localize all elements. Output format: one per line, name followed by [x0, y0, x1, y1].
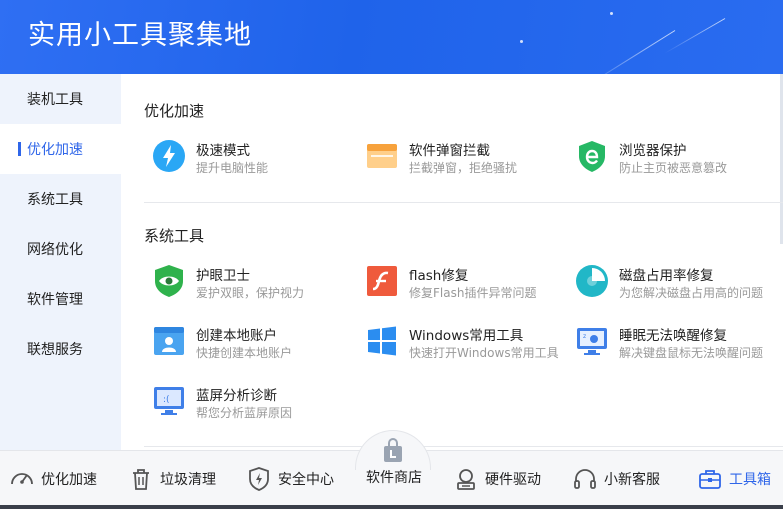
tool-eye-guard[interactable]: 护眼卫士 爱护双眼，保护视力 [144, 262, 344, 302]
flash-icon [367, 266, 397, 296]
tool-create-local-account[interactable]: 创建本地账户 快捷创建本地账户 [144, 322, 344, 362]
sidebar-item-label: 系统工具 [27, 192, 83, 208]
tool-name: 蓝屏分析诊断 [196, 388, 277, 404]
disk-pie-icon [576, 265, 608, 297]
tool-name: 浏览器保护 [619, 143, 687, 159]
user-account-icon [154, 327, 184, 355]
tool-windows-tools[interactable]: Windows常用工具 快速打开Windows常用工具 [357, 322, 559, 362]
sidebar-item-software[interactable]: 软件管理 [0, 274, 121, 324]
sidebar-item-network[interactable]: 网络优化 [0, 224, 121, 274]
decorative-streak [581, 30, 676, 74]
nav-hardware-driver[interactable]: 硬件驱动 [453, 451, 541, 506]
decorative-star [520, 40, 523, 43]
section-divider [144, 446, 783, 447]
sidebar-item-label: 装机工具 [27, 92, 83, 108]
windows-logo-icon [368, 326, 396, 356]
tool-desc: 帮您分析蓝屏原因 [196, 406, 293, 420]
sidebar-item-install-tools[interactable]: 装机工具 [0, 74, 121, 124]
shield-icon [249, 466, 269, 491]
section-divider [144, 202, 783, 203]
sidebar-item-label: 软件管理 [27, 292, 83, 308]
section-title: 系统工具 [144, 227, 205, 245]
tool-popup-block[interactable]: 软件弹窗拦截 拦截弹窗，拒绝骚扰 [357, 137, 557, 177]
tool-name: 睡眠无法唤醒修复 [619, 328, 727, 344]
tool-name: 极速模式 [196, 143, 250, 159]
tool-desc: 防止主页被恶意篡改 [619, 161, 728, 175]
tool-desc: 爱护双眼，保护视力 [196, 286, 305, 300]
nav-optimize[interactable]: 优化加速 [9, 451, 97, 506]
tool-desc: 修复Flash插件异常问题 [409, 286, 537, 300]
tool-name: 磁盘占用率修复 [619, 268, 714, 284]
browser-shield-icon [579, 141, 605, 172]
tool-desc: 解决键盘鼠标无法唤醒问题 [619, 346, 764, 360]
svg-text::(: :( [163, 395, 170, 405]
decorative-streak [664, 18, 726, 54]
sidebar-item-label: 联想服务 [27, 342, 83, 358]
tool-desc: 为您解决磁盘占用高的问题 [619, 286, 764, 300]
nav-store-label[interactable]: 软件商店 [366, 467, 422, 487]
sidebar-item-label: 优化加速 [27, 142, 83, 158]
tool-browser-protect[interactable]: 浏览器保护 防止主页被恶意篡改 [567, 137, 767, 177]
bluescreen-monitor-icon: :( [154, 387, 184, 415]
store-bag-icon[interactable] [380, 438, 406, 464]
svg-text:z: z [583, 333, 586, 340]
lightning-icon [153, 140, 185, 172]
main-panel: 优化加速 极速模式 提升电脑性能 软件弹窗拦截 拦截弹窗，拒绝骚扰 浏览器保护 … [121, 74, 783, 450]
sidebar-item-label: 网络优化 [27, 242, 83, 258]
tool-disk-usage-repair[interactable]: 磁盘占用率修复 为您解决磁盘占用高的问题 [567, 262, 767, 302]
sidebar: 装机工具 优化加速 系统工具 网络优化 软件管理 联想服务 [0, 74, 121, 450]
sidebar-item-lenovo-service[interactable]: 联想服务 [0, 324, 121, 374]
tool-desc: 快捷创建本地账户 [196, 346, 293, 360]
nav-security[interactable]: 安全中心 [246, 451, 334, 506]
toolbox-icon [699, 469, 721, 489]
tool-name: 护眼卫士 [196, 268, 250, 284]
header-banner: 实用小工具聚集地 [0, 0, 783, 74]
nav-customer-service[interactable]: 小新客服 [572, 451, 660, 506]
nav-label: 硬件驱动 [485, 471, 541, 488]
nav-label: 小新客服 [604, 471, 660, 488]
tool-desc: 快速打开Windows常用工具 [409, 346, 559, 360]
tool-bluescreen-diagnosis[interactable]: :( 蓝屏分析诊断 帮您分析蓝屏原因 [144, 382, 344, 422]
decorative-star [610, 12, 613, 15]
tool-name: 软件弹窗拦截 [409, 143, 490, 159]
nav-label: 工具箱 [729, 471, 771, 488]
tool-name: 创建本地账户 [196, 328, 277, 344]
hardware-icon [457, 468, 475, 490]
eye-shield-icon [155, 265, 183, 297]
headset-icon [574, 468, 596, 489]
sidebar-item-system-tools[interactable]: 系统工具 [0, 174, 121, 224]
nav-label: 安全中心 [278, 471, 334, 488]
nav-label: 垃圾清理 [160, 471, 216, 488]
tool-sleep-wake-repair[interactable]: z 睡眠无法唤醒修复 解决键盘鼠标无法唤醒问题 [567, 322, 767, 362]
nav-junk-clean[interactable]: 垃圾清理 [128, 451, 216, 506]
section-title: 优化加速 [144, 102, 205, 120]
sleep-monitor-icon: z [577, 328, 607, 355]
app-title: 实用小工具聚集地 [28, 20, 252, 51]
tool-name: Windows常用工具 [409, 328, 524, 344]
tool-name: flash修复 [409, 268, 469, 284]
tool-flash-repair[interactable]: flash修复 修复Flash插件异常问题 [357, 262, 557, 302]
speedometer-icon [11, 472, 33, 484]
trash-icon [133, 468, 149, 490]
popup-window-icon [367, 144, 397, 168]
sidebar-item-optimize[interactable]: 优化加速 [0, 124, 121, 174]
nav-toolbox[interactable]: 工具箱 [697, 451, 771, 506]
window-bottom-edge [0, 505, 783, 509]
tool-desc: 提升电脑性能 [196, 161, 269, 175]
nav-label: 优化加速 [41, 471, 97, 488]
tool-speed-mode[interactable]: 极速模式 提升电脑性能 [144, 137, 344, 177]
tool-desc: 拦截弹窗，拒绝骚扰 [409, 161, 518, 175]
